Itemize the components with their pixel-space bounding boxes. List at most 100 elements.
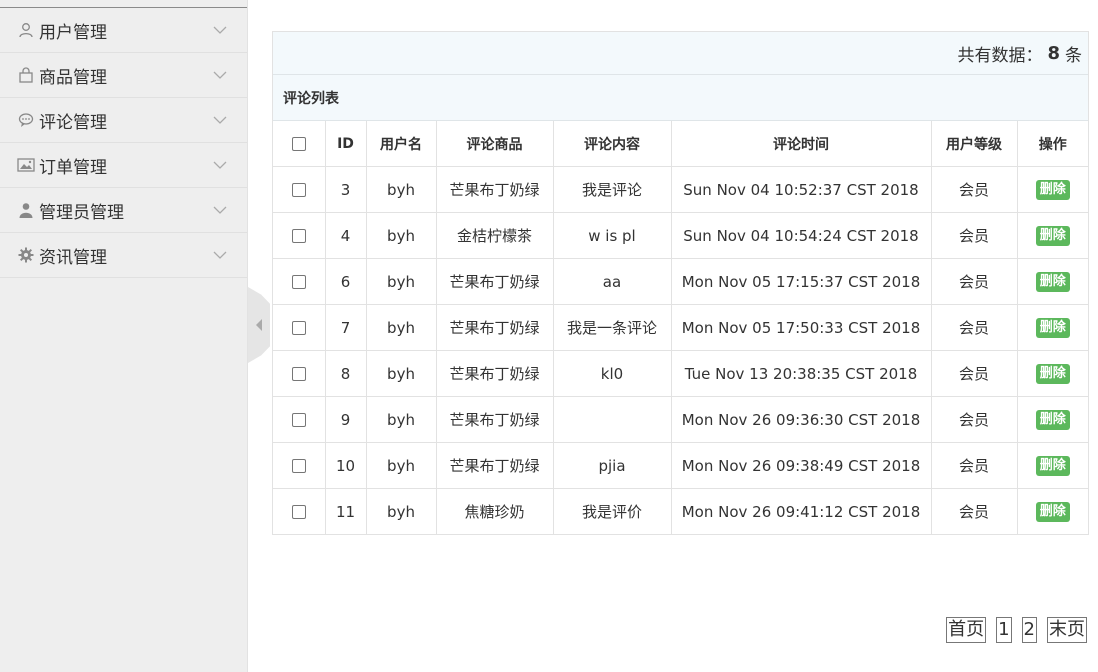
sidebar-item-news-management[interactable]: 资讯管理	[0, 233, 247, 278]
column-header[interactable]: 操作	[1017, 121, 1088, 167]
row-checkbox[interactable]	[291, 459, 306, 473]
delete-button[interactable]: 删除	[1035, 364, 1070, 384]
column-header[interactable]: 评论商品	[436, 121, 554, 167]
cell-user: byh	[366, 166, 437, 213]
sidebar-item-user-management[interactable]: 用户管理	[0, 8, 247, 53]
delete-button[interactable]: 删除	[1035, 456, 1070, 476]
cell-level: 会员	[931, 396, 1018, 443]
cell-id: 11	[325, 488, 367, 534]
cell-action: 删除	[1017, 212, 1088, 259]
row-checkbox[interactable]	[291, 183, 306, 197]
cell-id: 9	[325, 396, 367, 443]
data-summary: 共有数据： 8 条	[273, 32, 1088, 75]
table-header-row: ID 用户名 评论商品 评论内容 评论时间 用户等级 操作	[273, 121, 1088, 167]
cell-product: 芒果布丁奶绿	[436, 166, 554, 213]
summary-prefix: 共有数据：	[957, 45, 1043, 66]
cell-level: 会员	[931, 350, 1018, 397]
sidebar-item-label: 商品管理	[39, 67, 107, 88]
first-page-button[interactable]: 首页	[946, 617, 987, 643]
page-number-2[interactable]: 2	[1021, 617, 1037, 643]
table-row: 6 byh 芒果布丁奶绿 aa Mon Nov 05 17:15:37 CST 2018…	[273, 258, 1088, 305]
caret-left-icon	[256, 319, 262, 331]
delete-button[interactable]: 删除	[1035, 318, 1070, 338]
sidebar-collapse-handle[interactable]	[248, 287, 270, 363]
cell-level: 会员	[931, 442, 1018, 489]
delete-button[interactable]: 删除	[1035, 180, 1070, 200]
row-select-cell	[273, 258, 326, 305]
table-row: 4 byh 金桔柠檬茶 w is pl Sun Nov 04 10:54:24 CST …	[273, 212, 1088, 259]
row-select-cell	[273, 212, 326, 259]
cell-content: w is pl	[553, 212, 672, 259]
delete-button[interactable]: 删除	[1035, 226, 1070, 246]
cell-time: Sun Nov 04 10:54:24 CST 2018	[671, 212, 932, 259]
column-header[interactable]: 用户等级	[931, 121, 1018, 167]
gear-icon	[17, 246, 35, 264]
row-select-cell	[273, 304, 326, 351]
cell-time: Mon Nov 05 17:50:33 CST 2018	[671, 304, 932, 351]
delete-button[interactable]: 删除	[1035, 410, 1070, 430]
sidebar-item-label: 评论管理	[39, 112, 107, 133]
cell-action: 删除	[1017, 350, 1088, 397]
sidebar-item-product-management[interactable]: 商品管理	[0, 53, 247, 98]
cell-user: byh	[366, 258, 437, 305]
row-checkbox[interactable]	[291, 321, 306, 335]
delete-button[interactable]: 删除	[1035, 502, 1070, 522]
cell-action: 删除	[1017, 304, 1088, 351]
cell-product: 金桔柠檬茶	[436, 212, 554, 259]
cell-time: Mon Nov 05 17:15:37 CST 2018	[671, 258, 932, 305]
last-page-button[interactable]: 末页	[1047, 617, 1087, 643]
cell-action: 删除	[1017, 166, 1088, 213]
page-number-1[interactable]: 1	[996, 617, 1012, 643]
sidebar-item-order-management[interactable]: 订单管理	[0, 143, 247, 188]
column-header[interactable]: 评论内容	[553, 121, 672, 167]
cell-time: Mon Nov 26 09:38:49 CST 2018	[671, 442, 932, 489]
row-select-cell	[273, 396, 326, 443]
column-header[interactable]: ID	[325, 121, 367, 167]
row-checkbox[interactable]	[291, 367, 306, 381]
row-checkbox[interactable]	[291, 229, 306, 243]
sidebar-item-label: 管理员管理	[39, 202, 124, 223]
cell-action: 删除	[1017, 442, 1088, 489]
shopping-bag-icon	[17, 66, 35, 84]
chevron-down-icon	[213, 206, 227, 214]
sidebar-menu: 用户管理 商品管理 评论管理 订单管理 管理员管理 资讯管理	[0, 8, 247, 278]
cell-id: 7	[325, 304, 367, 351]
row-select-cell	[273, 488, 326, 534]
row-checkbox[interactable]	[291, 413, 306, 427]
column-header[interactable]: 评论时间	[671, 121, 932, 167]
sidebar: 用户管理 商品管理 评论管理 订单管理 管理员管理 资讯管理	[0, 0, 248, 672]
cell-id: 8	[325, 350, 367, 397]
cell-action: 删除	[1017, 489, 1088, 535]
cell-level: 会员	[931, 304, 1018, 351]
table-row: 7 byh 芒果布丁奶绿 我是一条评论 Mon Nov 05 17:50:33 CST …	[273, 304, 1088, 351]
sidebar-item-comment-management[interactable]: 评论管理	[0, 98, 247, 143]
sidebar-item-label: 资讯管理	[39, 247, 107, 268]
row-select-cell	[273, 166, 326, 213]
image-card-icon	[17, 156, 35, 174]
table-row: 11 byh 焦糖珍奶 我是评价 Mon Nov 26 09:41:12 CST 201…	[273, 488, 1088, 535]
column-header[interactable]: 用户名	[366, 121, 437, 167]
cell-action: 删除	[1017, 258, 1088, 305]
chevron-down-icon	[213, 26, 227, 34]
select-all-checkbox[interactable]	[291, 136, 306, 151]
sidebar-item-label: 用户管理	[39, 22, 107, 43]
cell-content: aa	[553, 258, 672, 305]
cell-time: Mon Nov 26 09:36:30 CST 2018	[671, 396, 932, 443]
cell-user: byh	[366, 212, 437, 259]
cell-level: 会员	[931, 212, 1018, 259]
cell-content: 我是评价	[553, 488, 672, 534]
sidebar-item-admin-management[interactable]: 管理员管理	[0, 188, 247, 233]
cell-content: kl0	[553, 350, 672, 397]
cell-user: byh	[366, 304, 437, 351]
cell-time: Sun Nov 04 10:52:37 CST 2018	[671, 166, 932, 213]
summary-count: 8	[1047, 42, 1060, 64]
delete-button[interactable]: 删除	[1035, 272, 1070, 292]
select-all-cell	[273, 121, 326, 167]
cell-action: 删除	[1017, 396, 1088, 443]
comment-icon	[17, 111, 35, 129]
pagination: 首页 1 2 末页	[946, 617, 1087, 643]
row-checkbox[interactable]	[291, 505, 306, 519]
cell-content: pjia	[553, 442, 672, 489]
row-checkbox[interactable]	[291, 275, 306, 289]
cell-content: 我是评论	[553, 166, 672, 213]
